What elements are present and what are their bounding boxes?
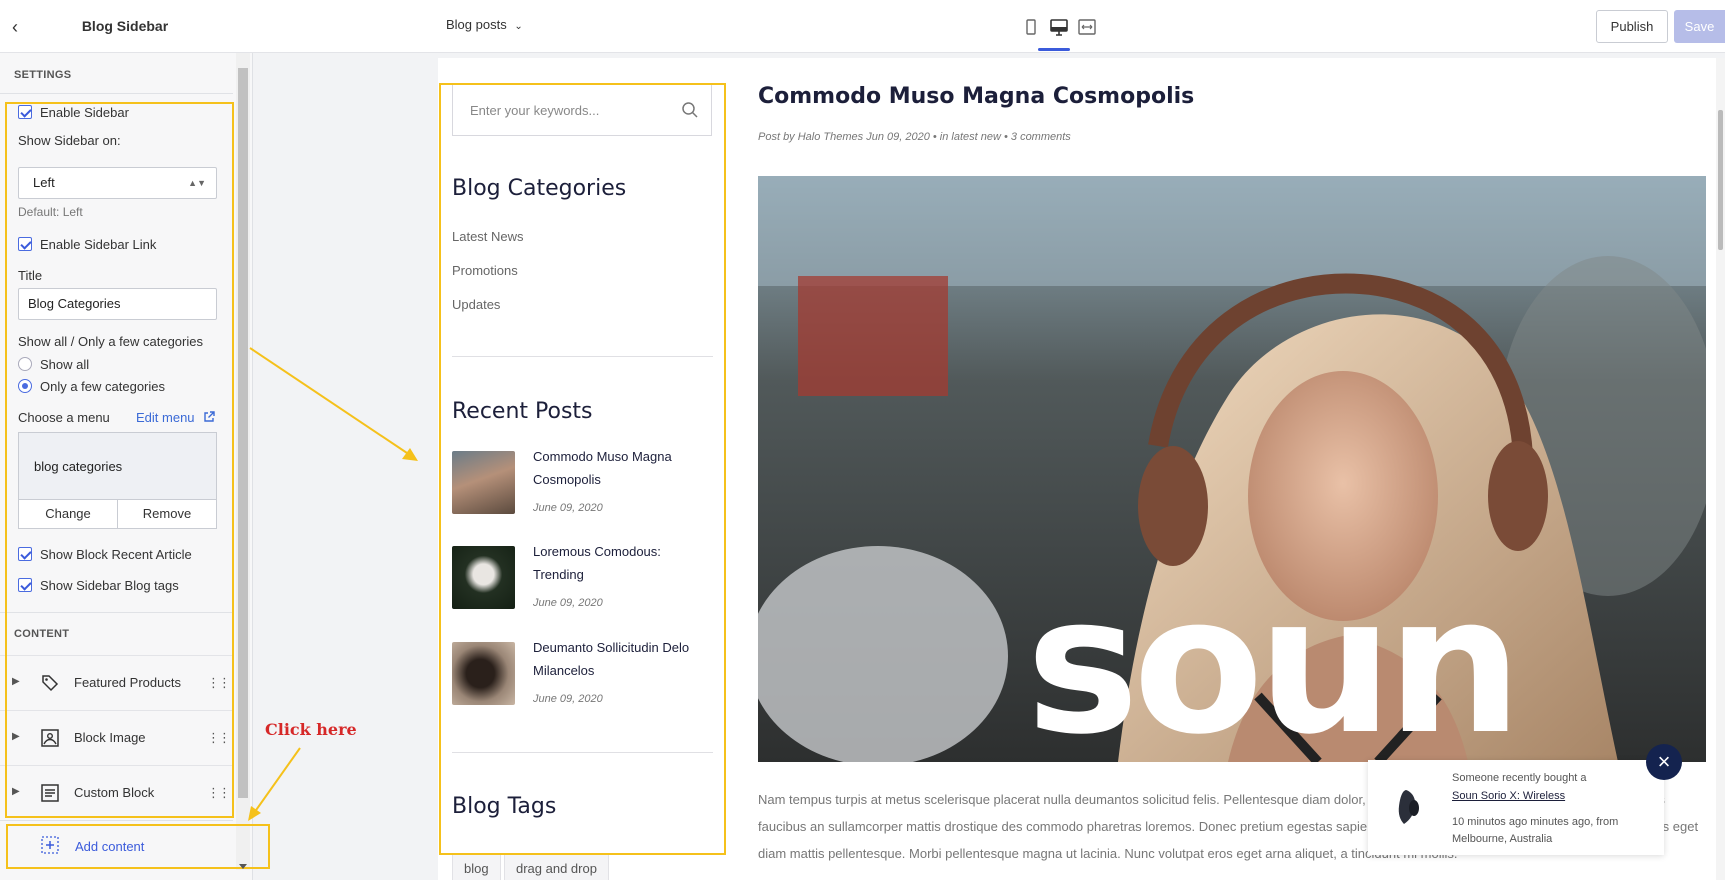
chevron-down-icon: ⌄	[514, 21, 523, 32]
product-thumbnail	[1398, 790, 1419, 824]
notification-product-link[interactable]: Soun Sorio X: Wireless	[1452, 790, 1565, 802]
post-featured-image: soun	[758, 176, 1706, 762]
blog-tag[interactable]: drag and drop	[504, 854, 609, 880]
preview-sidebar-highlight-box	[439, 83, 726, 855]
arrow-head	[402, 448, 418, 461]
arrow-to-preview	[249, 347, 411, 456]
panel-title: Blog Sidebar	[81, 18, 169, 34]
panel-header: ‹ Blog Sidebar	[0, 0, 253, 53]
publish-button[interactable]: Publish	[1596, 10, 1668, 43]
settings-highlight-box	[5, 102, 234, 818]
arrow-to-add-content	[253, 747, 301, 814]
blog-tag[interactable]: blog	[452, 854, 501, 880]
page-selector-label: Blog posts	[446, 17, 507, 32]
post-title: Commodo Muso Magna Cosmopolis	[758, 84, 1195, 109]
top-bar: Blog posts ⌄	[253, 0, 1725, 53]
notification-location: Melbourne, Australia	[1452, 833, 1553, 845]
notification-line: Someone recently bought a	[1452, 772, 1587, 784]
save-button[interactable]: Save	[1674, 10, 1725, 43]
close-icon[interactable]: ×	[1646, 744, 1682, 780]
notification-time: 10 minutos ago minutes ago, from	[1452, 816, 1619, 828]
fullwidth-view-icon[interactable]	[1076, 16, 1098, 38]
back-arrow-icon[interactable]: ‹	[12, 17, 32, 37]
panel-scrollbar-thumb[interactable]	[238, 68, 248, 798]
post-meta: Post by Halo Themes Jun 09, 2020 • in la…	[758, 131, 1071, 143]
desktop-view-icon[interactable]	[1048, 16, 1070, 38]
divider	[0, 93, 233, 94]
page-selector[interactable]: Blog posts ⌄	[446, 17, 523, 32]
settings-section-label: SETTINGS	[14, 69, 72, 81]
image-brand-text: soun	[1026, 555, 1522, 762]
mobile-view-icon[interactable]	[1020, 16, 1042, 38]
add-content-highlight-box	[6, 824, 270, 869]
preview-scrollbar-thumb[interactable]	[1718, 110, 1723, 250]
active-device-indicator	[1038, 48, 1070, 51]
divider	[0, 820, 233, 821]
purchase-notification[interactable]: Someone recently bought a Soun Sorio X: …	[1368, 760, 1664, 855]
click-here-note: Click here	[265, 720, 357, 739]
